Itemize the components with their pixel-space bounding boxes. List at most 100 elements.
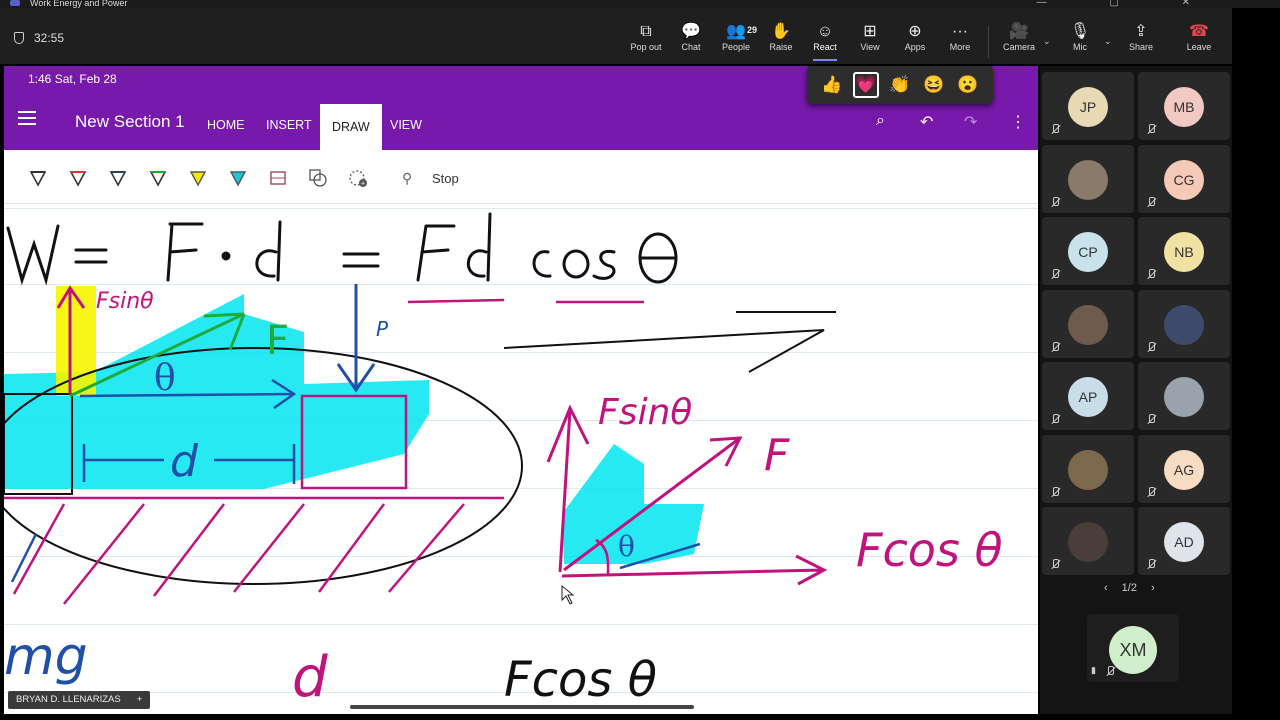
mouse-cursor-icon [561, 584, 575, 605]
next-page-button[interactable]: › [1151, 582, 1155, 594]
participant-tile[interactable] [1042, 434, 1134, 503]
more-button[interactable]: ··· More [938, 22, 982, 52]
search-icon[interactable]: ⌕ [876, 112, 885, 130]
leave-button[interactable]: ☎ Leave [1177, 22, 1221, 52]
mic-off-icon [1146, 269, 1156, 279]
label-theta-right: θ [618, 530, 635, 563]
draw-ribbon: + ⚲ Stop [4, 150, 1038, 204]
window-controls[interactable]: — ▢ ✕ [1037, 0, 1220, 8]
label-p: P [376, 317, 389, 341]
participant-avatar: CP [1068, 232, 1108, 272]
tab-home[interactable]: HOME [207, 118, 245, 132]
window-title: Work Energy and Power [30, 0, 128, 8]
react-button[interactable]: ☺ React [803, 22, 847, 61]
stop-button[interactable]: Stop [432, 171, 459, 186]
participants-gallery: ‹ 1/2 › XM ▮ JP MB CG CP NB AP AG AD [1040, 66, 1232, 714]
participant-photo [1164, 377, 1204, 417]
participant-tile[interactable]: CG [1138, 144, 1230, 213]
eraser-icon[interactable] [268, 168, 288, 188]
pen-red-icon[interactable] [68, 168, 88, 188]
teams-logo-icon [10, 0, 20, 6]
lasso-icon[interactable]: ⚲ [402, 170, 412, 187]
participant-tile[interactable] [1138, 362, 1230, 430]
participant-avatar: AD [1164, 522, 1204, 562]
tab-insert[interactable]: INSERT [266, 118, 312, 132]
mic-button[interactable]: 🎙 Mic [1058, 22, 1102, 52]
camera-options-chevron-icon[interactable]: ⌄ [1043, 36, 1051, 47]
laugh-reaction[interactable]: 😆 [921, 72, 947, 98]
leave-icon: ☎ [1189, 23, 1209, 40]
applause-reaction[interactable]: 👏 [887, 72, 913, 98]
shapes-icon[interactable] [308, 168, 328, 188]
pen-blue-icon[interactable] [108, 168, 128, 188]
participant-tile[interactable]: AG [1138, 434, 1230, 503]
window-titlebar: Work Energy and Power — ▢ ✕ [0, 0, 1280, 8]
more-icon: ··· [952, 23, 968, 40]
raise-hand-button[interactable]: ✋ Raise [759, 22, 803, 52]
mic-off-icon [1146, 414, 1156, 424]
highlighter-cyan-icon[interactable] [228, 168, 248, 188]
view-icon: ⊞ [863, 23, 877, 40]
undo-icon[interactable]: ↶ [920, 112, 933, 132]
add-pen-icon[interactable]: + [348, 168, 368, 188]
mic-off-icon: 🎙 [1069, 23, 1091, 40]
apps-button[interactable]: ⊕ Apps [893, 22, 937, 52]
share-icon: ⇪ [1134, 23, 1148, 40]
label-fsintheta-left: Fsinθ [96, 289, 154, 314]
tab-draw[interactable]: DRAW [320, 104, 382, 150]
participant-tile[interactable]: AP [1042, 362, 1134, 430]
label-fcostheta-right: Fcos θ [856, 523, 1003, 577]
signal-icon: ▮ [1091, 665, 1096, 675]
pen-green-icon[interactable] [148, 168, 168, 188]
chat-button[interactable]: 💬 Chat [669, 22, 713, 52]
participant-tile[interactable] [1138, 289, 1230, 358]
label-fcostheta-bottom: Fcos θ [504, 652, 657, 708]
participant-tile[interactable]: AD [1138, 507, 1230, 575]
pop-out-button[interactable]: ⧉ Pop out [624, 22, 668, 52]
meeting-timer-text: 32:55 [34, 31, 65, 45]
horizontal-scrollbar[interactable] [350, 705, 694, 709]
highlighter-yellow-icon[interactable] [188, 168, 208, 188]
participant-avatar: AP [1068, 377, 1108, 417]
share-button[interactable]: ⇪ Share [1119, 22, 1163, 52]
participant-tile[interactable] [1042, 507, 1134, 575]
participant-tile[interactable]: CP [1042, 217, 1134, 285]
notebook-canvas[interactable]: Fsinθ F θ d P mg Fsinθ F θ Fcos θ d Fcos… [4, 204, 1038, 714]
redo-icon[interactable]: ↷ [964, 112, 977, 132]
gallery-pager: ‹ 1/2 › [1104, 582, 1155, 594]
people-count: 29 [746, 25, 757, 35]
participant-tile[interactable] [1042, 289, 1134, 358]
people-button[interactable]: 👥 29 People [714, 22, 758, 52]
more-options-icon[interactable]: ⋮ [1010, 112, 1026, 132]
mic-options-chevron-icon[interactable]: ⌄ [1104, 36, 1112, 47]
pen-black-icon[interactable] [28, 168, 48, 188]
surprised-reaction[interactable]: 😮 [955, 72, 981, 98]
camera-button[interactable]: 🎥 Camera [997, 22, 1041, 52]
pin-add-button[interactable]: + [137, 691, 143, 709]
mic-off-icon [1146, 196, 1156, 207]
reactions-popup: 👍 💗 👏 😆 😮 [807, 66, 993, 104]
self-avatar: XM [1109, 626, 1157, 674]
mic-off-icon [1050, 486, 1060, 497]
thumbs-up-reaction[interactable]: 👍 [819, 72, 845, 98]
screen-border [1232, 8, 1280, 720]
mic-off-icon [1050, 341, 1060, 352]
view-button[interactable]: ⊞ View [848, 22, 892, 52]
participant-avatar: CG [1164, 159, 1204, 200]
participant-tile[interactable]: NB [1138, 217, 1230, 285]
tab-view[interactable]: VIEW [390, 118, 422, 132]
presenter-label: BRYAN D. LLENARIZAS + [8, 691, 151, 709]
camera-off-icon: 🎥 [1009, 23, 1029, 40]
raise-hand-icon: ✋ [771, 23, 791, 40]
label-theta-left: θ [154, 358, 176, 399]
presenter-name: BRYAN D. LLENARIZAS [16, 694, 121, 705]
participant-tile[interactable]: MB [1138, 72, 1230, 140]
self-video-tile[interactable]: XM ▮ [1087, 614, 1179, 682]
heart-reaction[interactable]: 💗 [853, 72, 879, 98]
participant-photo [1068, 522, 1108, 562]
hamburger-menu-icon[interactable] [18, 111, 36, 129]
participant-tile[interactable] [1042, 144, 1134, 213]
mic-off-icon [1050, 559, 1060, 569]
participant-tile[interactable]: JP [1042, 72, 1134, 140]
previous-page-button[interactable]: ‹ [1104, 582, 1108, 594]
